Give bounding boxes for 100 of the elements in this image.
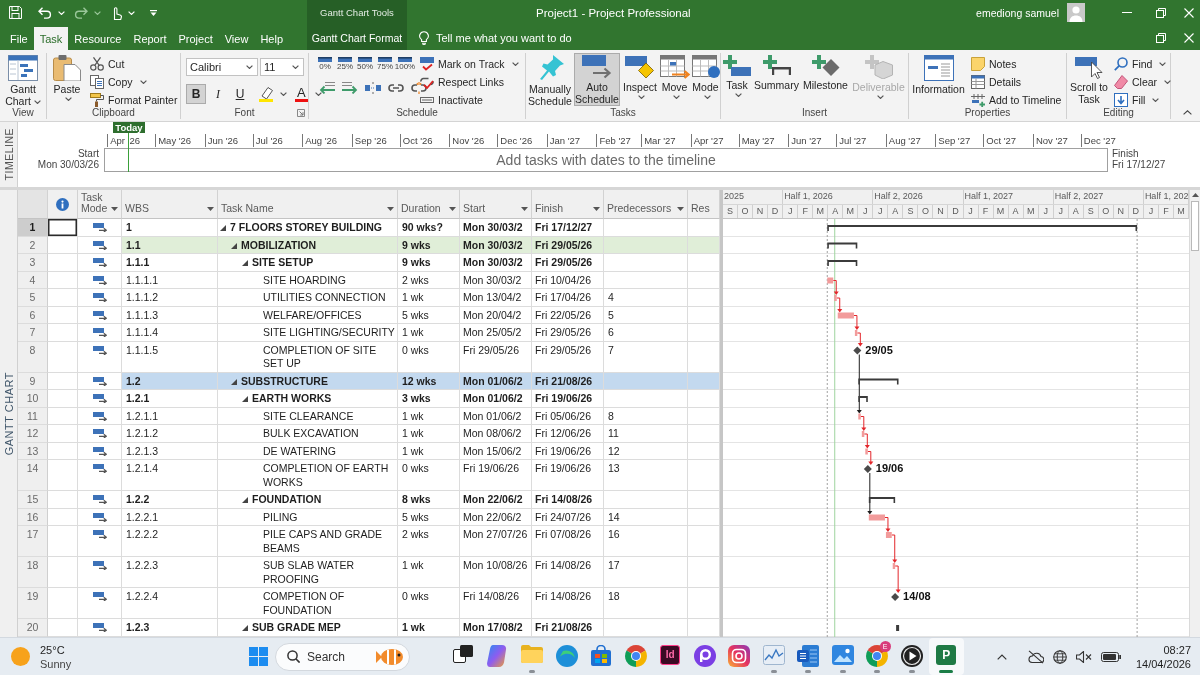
- taskbar-search-field[interactable]: Search: [275, 642, 410, 671]
- move-button[interactable]: Move: [660, 53, 689, 106]
- scroll-up-arrow-icon[interactable]: [1191, 193, 1199, 197]
- indicator-cell[interactable]: [48, 372, 78, 390]
- indicator-cell[interactable]: [48, 271, 78, 289]
- indicator-cell[interactable]: [48, 508, 78, 526]
- save-icon[interactable]: [9, 6, 22, 19]
- auto-schedule-button[interactable]: Auto Schedule: [574, 53, 620, 106]
- collapse-triangle-icon[interactable]: [242, 497, 248, 503]
- gantt-chart-button[interactable]: Gantt Chart: [2, 53, 44, 106]
- caret-icon[interactable]: [65, 97, 72, 102]
- notes-button[interactable]: Notes: [968, 55, 1065, 72]
- chevron-up-icon[interactable]: [996, 653, 1007, 660]
- fill-button[interactable]: Fill: [1111, 91, 1175, 108]
- insert-task-button[interactable]: Task: [723, 53, 751, 106]
- row-number[interactable]: 3: [18, 254, 48, 272]
- active-cell[interactable]: [48, 219, 78, 237]
- paste-button[interactable]: Paste: [49, 53, 85, 106]
- scrollbar-thumb[interactable]: [1191, 201, 1199, 251]
- insert-milestone-button[interactable]: Milestone: [802, 53, 849, 106]
- respect-links-button[interactable]: Respect Links: [417, 73, 522, 90]
- caret-icon[interactable]: [94, 10, 101, 15]
- column-header[interactable]: [48, 190, 78, 219]
- dialog-launcher-icon[interactable]: [297, 108, 305, 117]
- add-to-timeline-button[interactable]: Add to Timeline: [968, 91, 1065, 108]
- indicator-cell[interactable]: [48, 407, 78, 425]
- ribbon-tab[interactable]: Report: [127, 27, 173, 50]
- restore-icon[interactable]: [1156, 7, 1166, 18]
- taskbar-button[interactable]: Id: [653, 638, 688, 675]
- column-header[interactable]: WBS: [122, 190, 218, 219]
- manually-schedule-button[interactable]: Manually Schedule: [528, 53, 572, 106]
- scroll-to-task-button[interactable]: Scroll to Task: [1069, 53, 1109, 106]
- indent-arrow-icon[interactable]: [342, 82, 358, 94]
- column-header[interactable]: Start: [460, 190, 532, 219]
- bold-button[interactable]: B: [186, 84, 206, 104]
- close-icon[interactable]: [1184, 32, 1194, 43]
- outdent-arrow-icon[interactable]: [319, 82, 335, 94]
- format-painter-button[interactable]: Format Painter: [87, 91, 181, 108]
- caret-icon[interactable]: [703, 95, 711, 100]
- taskbar-button[interactable]: P: [929, 638, 964, 675]
- indicator-cell[interactable]: [48, 425, 78, 443]
- row-number[interactable]: 18: [18, 557, 48, 588]
- ribbon-tab[interactable]: File: [4, 27, 34, 50]
- collapse-triangle-icon[interactable]: [220, 225, 226, 231]
- close-icon[interactable]: [1184, 7, 1194, 18]
- ribbon-tab[interactable]: Project: [172, 27, 219, 50]
- caret-icon[interactable]: [280, 92, 287, 96]
- indicator-cell[interactable]: [48, 236, 78, 254]
- column-header[interactable]: Task Mode: [78, 190, 122, 219]
- row-number[interactable]: 10: [18, 390, 48, 408]
- font-size-field[interactable]: 11: [260, 58, 304, 76]
- caret-icon[interactable]: [246, 65, 253, 69]
- dropdown-arrow-icon[interactable]: [111, 207, 118, 211]
- collapse-ribbon-icon[interactable]: [1183, 110, 1192, 115]
- row-number[interactable]: 5: [18, 289, 48, 307]
- cut-button[interactable]: Cut: [87, 55, 181, 72]
- dropdown-arrow-icon[interactable]: [449, 207, 456, 211]
- start-icon[interactable]: [248, 647, 268, 666]
- row-number[interactable]: 19: [18, 588, 48, 619]
- dropdown-arrow-icon[interactable]: [207, 207, 214, 211]
- collapse-triangle-icon[interactable]: [231, 378, 237, 385]
- caret-icon[interactable]: [1159, 61, 1167, 66]
- split-bar-icon[interactable]: [365, 82, 381, 94]
- unlink-icon[interactable]: [411, 82, 427, 94]
- dropdown-arrow-icon[interactable]: [593, 207, 600, 211]
- indicator-cell[interactable]: [48, 460, 78, 491]
- caret-icon[interactable]: [139, 79, 147, 84]
- indicator-cell[interactable]: [48, 491, 78, 509]
- row-number[interactable]: 7: [18, 324, 48, 342]
- indicator-cell[interactable]: [48, 442, 78, 460]
- font-name-field[interactable]: Calibri: [186, 58, 258, 76]
- caret-icon[interactable]: [638, 95, 645, 100]
- customize-icon[interactable]: [150, 9, 157, 16]
- percent-complete-button[interactable]: 0%: [315, 55, 335, 73]
- caret-icon[interactable]: [314, 92, 322, 96]
- ribbon-tab[interactable]: View: [218, 27, 255, 50]
- indicator-cell[interactable]: [48, 289, 78, 307]
- redo-icon[interactable]: [74, 6, 88, 19]
- indicator-cell[interactable]: [48, 306, 78, 324]
- tell-me-field[interactable]: Tell me what you want to do: [419, 30, 572, 45]
- indicator-cell[interactable]: [48, 526, 78, 557]
- row-number[interactable]: 8: [18, 341, 48, 373]
- row-number[interactable]: 14: [18, 460, 48, 491]
- caret-icon[interactable]: [511, 61, 519, 66]
- undo-icon[interactable]: [38, 6, 52, 19]
- row-number[interactable]: 1: [18, 219, 48, 237]
- dropdown-arrow-icon[interactable]: [677, 207, 684, 211]
- battery-icon[interactable]: [1100, 651, 1121, 662]
- column-header[interactable]: Res: [688, 190, 720, 219]
- indicator-cell[interactable]: [48, 390, 78, 408]
- hand-icon[interactable]: [111, 5, 122, 20]
- dropdown-arrow-icon[interactable]: [521, 207, 528, 211]
- collapse-triangle-icon[interactable]: [242, 396, 248, 402]
- insert-summary-button[interactable]: Summary: [753, 53, 800, 106]
- find-button[interactable]: Find: [1111, 55, 1175, 72]
- copy-button[interactable]: Copy: [87, 73, 181, 90]
- ribbon-tab[interactable]: Help: [254, 27, 289, 50]
- percent-complete-button[interactable]: 75%: [375, 55, 395, 73]
- collapse-triangle-icon[interactable]: [242, 625, 248, 631]
- ribbon-tab[interactable]: Resource: [68, 27, 128, 50]
